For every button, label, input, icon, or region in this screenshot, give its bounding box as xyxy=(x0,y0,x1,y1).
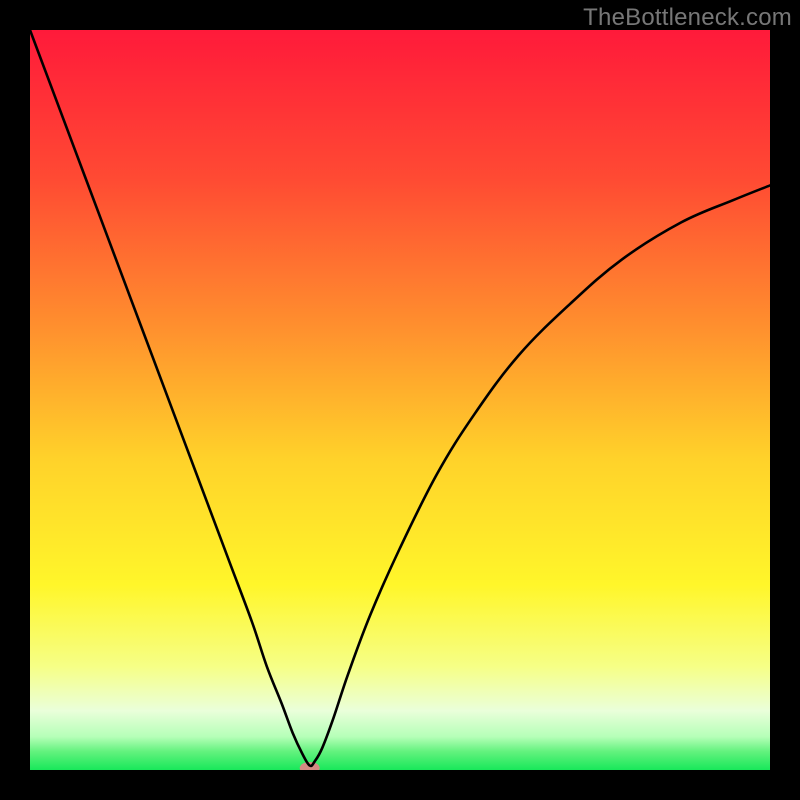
chart-canvas: TheBottleneck.com xyxy=(0,0,800,800)
watermark-label: TheBottleneck.com xyxy=(583,4,792,32)
plot-svg xyxy=(30,30,770,770)
gradient-background xyxy=(30,30,770,770)
